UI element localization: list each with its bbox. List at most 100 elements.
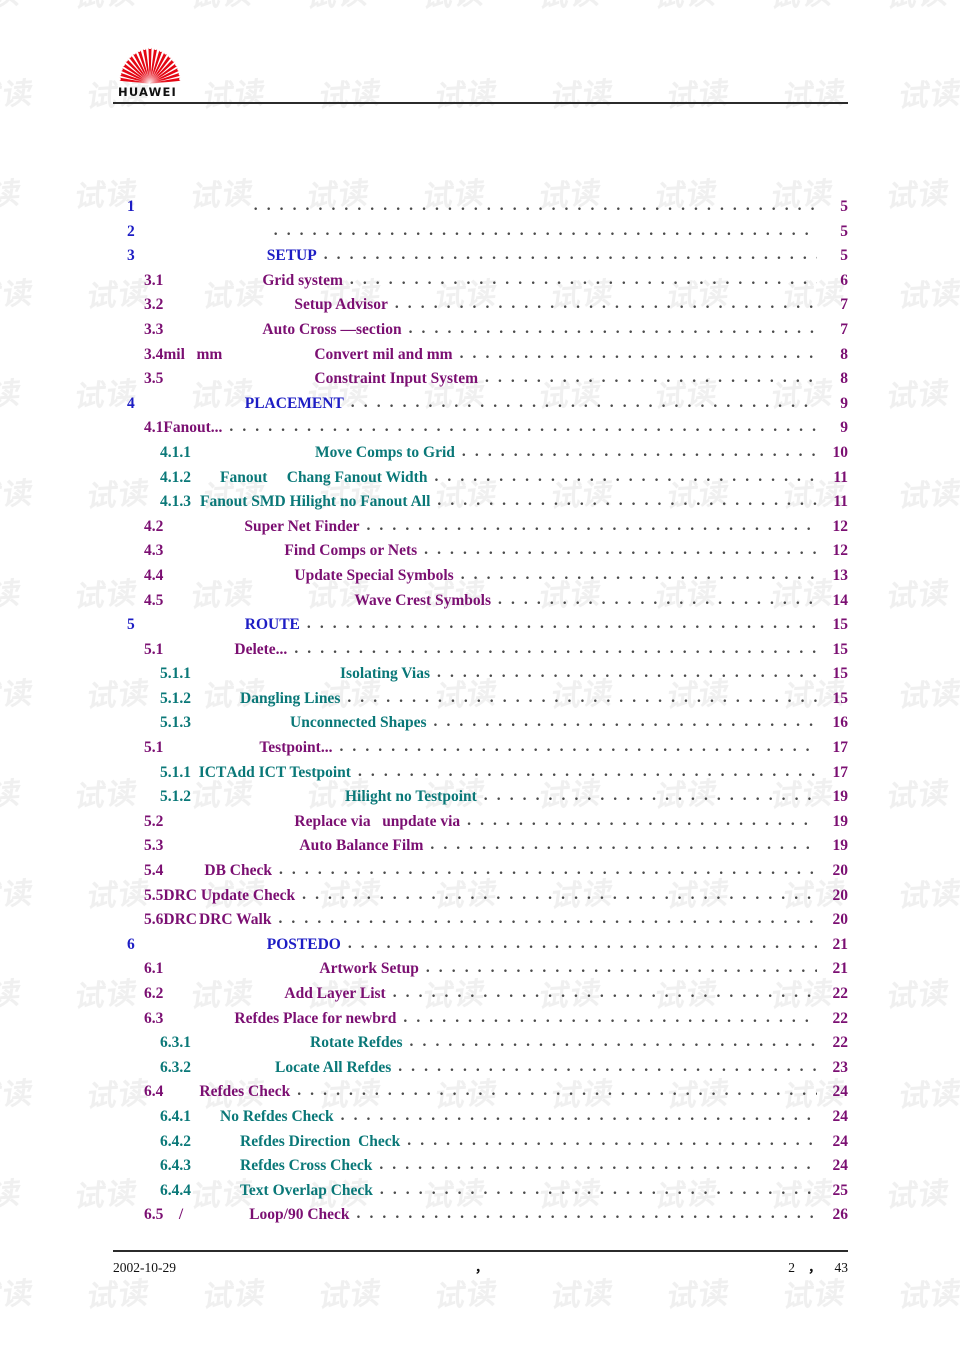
toc-entry[interactable]: 6.4.2 Refdes Direction Check . . . . . . .… bbox=[113, 1131, 848, 1158]
toc-entry[interactable]: 4.1.2 Fanout Chang Fanout Width . . . . . … bbox=[113, 467, 848, 494]
toc-entry[interactable]: 5.1.1 Isolating Vias . . . . . . . . . . .… bbox=[113, 664, 849, 690]
toc-entry[interactable]: 6.1 Artwork Setup . . . . . . . . . . . . … bbox=[113, 959, 848, 985]
toc-entry-label: Refdes Check bbox=[199, 1083, 291, 1101]
toc-entry-page: 5 bbox=[840, 247, 848, 265]
toc-entry-label: Update Special Symbols bbox=[294, 566, 454, 584]
toc-leader-dots: . . . . . . . . . . . . . . . . . . . . … bbox=[433, 713, 817, 731]
toc-entry[interactable]: 3.2 Setup Advisor . . . . . . . . . . . . … bbox=[113, 295, 848, 321]
toc-leader-dots: . . . . . . . . . . . . . . . . . . . . … bbox=[340, 1106, 817, 1124]
toc-entry[interactable]: 5.2 Replace via unpdate via . . . . . . . … bbox=[113, 811, 849, 838]
toc-entry[interactable]: 6.4.4 Text Overlap Check . . . . . . . . .… bbox=[113, 1181, 849, 1207]
toc-leader-dots: . . . . . . . . . . . . . . . . . . . . … bbox=[407, 1131, 817, 1149]
toc-entry[interactable]: 6.5 / Loop/90 Check . . . . . . . . . . . … bbox=[113, 1205, 849, 1231]
toc-entry-number: 5.1.1 ICT bbox=[160, 763, 227, 781]
toc-entry[interactable]: 1 . . . . . . . . . . . . . . . . . . . .… bbox=[113, 197, 848, 223]
toc-entry-label: Constraint Input System bbox=[314, 370, 479, 388]
toc-entry-page: 5 bbox=[840, 198, 848, 215]
toc-entry[interactable]: 5 ROUTE . . . . . . . . . . . . . . . . . … bbox=[113, 615, 848, 641]
toc-entry-number: 4 bbox=[127, 394, 135, 412]
toc-entry-number: 5.6DRC bbox=[144, 911, 197, 929]
toc-entry-page: 26 bbox=[832, 1206, 849, 1224]
toc-entry[interactable]: 6 POSTEDO . . . . . . . . . . . . . . . . … bbox=[113, 934, 849, 961]
toc-leader-dots: . . . . . . . . . . . . . . . . . . . . … bbox=[398, 1057, 817, 1075]
toc-entry[interactable]: 2 . . . . . . . . . . . . . . . . . . . .… bbox=[113, 222, 848, 248]
toc-entry[interactable]: 6.3.1 Rotate Refdes . . . . . . . . . . . … bbox=[113, 1033, 848, 1059]
toc-entry-label: POSTEDO bbox=[266, 935, 341, 953]
toc-entry-page: 16 bbox=[832, 714, 849, 732]
toc-entry-number: 4.5 bbox=[144, 591, 164, 609]
toc-entry[interactable]: 4 PLACEMENT . . . . . . . . . . . . . . . … bbox=[113, 394, 848, 420]
toc-leader-dots: . . . . . . . . . . . . . . . . . . . . … bbox=[434, 467, 817, 485]
toc-leader-dots: . . . . . . . . . . . . . . . . . . . . … bbox=[366, 516, 817, 534]
toc-entry[interactable]: 5.1.1 ICT Add ICT Testpoint . . . . . . . … bbox=[113, 762, 849, 789]
toc-entry[interactable]: 5.6DRC DRC Walk . . . . . . . . . . . . . … bbox=[113, 910, 848, 936]
toc-entry-label: SETUP bbox=[266, 247, 317, 265]
toc-leader-dots: . . . . . . . . . . . . . . . . . . . . … bbox=[483, 787, 817, 805]
toc-leader-dots: . . . . . . . . . . . . . . . . . . . . … bbox=[306, 615, 817, 633]
toc-entry[interactable]: 5.1 Testpoint... . . . . . . . . . . . . .… bbox=[113, 738, 849, 764]
toc-entry-page: 24 bbox=[832, 1157, 849, 1175]
toc-leader-dots: . . . . . . . . . . . . . . . . . . . . … bbox=[347, 934, 817, 952]
toc-entry-number: 5.1 bbox=[144, 739, 164, 757]
toc-entry-number: 5.4 bbox=[144, 862, 164, 880]
toc-entry[interactable]: 5.5 DRC Update Check . . . . . . . . . . .… bbox=[113, 886, 848, 912]
toc-entry[interactable]: 4.5 Wave Crest Symbols . . . . . . . . . .… bbox=[113, 591, 848, 617]
toc-entry[interactable]: 6.2 Add Layer List . . . . . . . . . . . .… bbox=[113, 984, 848, 1010]
toc-entry-label: Artwork Setup bbox=[319, 960, 419, 978]
toc-entry-label: Grid system bbox=[262, 271, 343, 289]
toc-entry[interactable]: 4.3 Find Comps or Nets . . . . . . . . . .… bbox=[113, 541, 848, 567]
toc-entry[interactable]: 4.1.1 Move Comps to Grid . . . . . . . . .… bbox=[113, 443, 849, 469]
toc-entry-number: 6 bbox=[127, 935, 135, 953]
toc-entry[interactable]: 6.3 Refdes Place for newbrd . . . . . . . … bbox=[113, 1008, 848, 1035]
toc-entry[interactable]: 5.3 Auto Balance Film . . . . . . . . . . … bbox=[113, 836, 848, 862]
toc-entry[interactable]: 4.1.3 Fanout SMD Hilight no Fanout All . .… bbox=[113, 492, 848, 518]
toc-leader-dots: . . . . . . . . . . . . . . . . . . . . … bbox=[425, 959, 817, 977]
toc-entry-page: 17 bbox=[832, 763, 849, 781]
toc-entry[interactable]: 3.1 Grid system . . . . . . . . . . . . . … bbox=[113, 271, 848, 297]
toc-entry-number: 4.1.2 bbox=[160, 468, 191, 486]
toc-entry-page: 25 bbox=[832, 1181, 849, 1199]
toc-entry[interactable]: 5.1.3 Unconnected Shapes . . . . . . . . .… bbox=[113, 713, 849, 739]
page-footer: 2002-10-29 ， 2 ， 43 bbox=[113, 1250, 848, 1276]
toc-leader-dots: . . . . . . . . . . . . . . . . . . . . … bbox=[357, 762, 817, 780]
toc-entry[interactable]: 5.1 Delete... . . . . . . . . . . . . . . … bbox=[113, 640, 848, 666]
toc-entry[interactable]: 6.3.2 Locate All Refdes . . . . . . . . . … bbox=[113, 1057, 848, 1084]
toc-entry-label: Hilight no Testpoint bbox=[345, 788, 477, 806]
toc-entry-label: DRC Walk bbox=[198, 911, 272, 929]
toc-leader-dots: . . . . . . . . . . . . . . . . . . . . … bbox=[467, 811, 817, 829]
toc-entry-page: 17 bbox=[832, 739, 849, 757]
toc-leader-dots: . . . . . . . . . . . . . . . . . . . . … bbox=[409, 1033, 817, 1051]
toc-entry[interactable]: 3.3 Auto Cross —section . . . . . . . . . … bbox=[113, 320, 848, 346]
toc-leader-dots: . . . . . . . . . . . . . . . . . . . . … bbox=[347, 688, 817, 706]
toc-leader-dots: . . . . . . . . . . . . . . . . . . . . … bbox=[430, 836, 817, 854]
toc-entry-label: Testpoint... bbox=[259, 739, 333, 757]
toc-entry-label: DB Check bbox=[204, 862, 272, 880]
toc-entry[interactable]: 6.4.3 Refdes Cross Check . . . . . . . . .… bbox=[113, 1156, 849, 1182]
huawei-fan-logo-icon bbox=[119, 47, 181, 84]
toc-entry-label: Replace via unpdate via bbox=[294, 812, 461, 830]
toc-entry-page: 7 bbox=[840, 296, 848, 314]
toc-entry[interactable]: 4.4 Update Special Symbols . . . . . . . .… bbox=[113, 566, 848, 592]
toc-entry-page: 15 bbox=[832, 665, 849, 683]
toc-entry-label: Locate All Refdes bbox=[275, 1058, 392, 1076]
toc-entry-page: 21 bbox=[832, 935, 849, 953]
toc-entry-label: Super Net Finder bbox=[244, 517, 360, 535]
toc-leader-dots: . . . . . . . . . . . . . . . . . . . . … bbox=[437, 664, 817, 682]
toc-entry[interactable]: 6.4.1 No Refdes Check . . . . . . . . . . … bbox=[113, 1106, 848, 1133]
toc-entry[interactable]: 5.1.2 Hilight no Testpoint . . . . . . . .… bbox=[113, 787, 848, 813]
toc-entry[interactable]: 3.5 Constraint Input System . . . . . . . … bbox=[113, 369, 848, 395]
toc-entry[interactable]: 4.1Fanout... . . . . . . . . . . . . . . … bbox=[113, 418, 848, 444]
toc-entry[interactable]: 6.4 Refdes Check . . . . . . . . . . . . .… bbox=[113, 1082, 848, 1108]
toc-entry-page: 19 bbox=[832, 812, 849, 830]
toc-entry-number: 4.4 bbox=[144, 566, 164, 584]
toc-entry[interactable]: 5.1.2 Dangling Lines . . . . . . . . . . .… bbox=[113, 688, 848, 715]
toc-leader-dots: . . . . . . . . . . . . . . . . . . . . … bbox=[379, 1156, 817, 1174]
toc-entry[interactable]: 5.4 DB Check . . . . . . . . . . . . . . .… bbox=[113, 861, 848, 887]
footer-page-current: 2 bbox=[788, 1260, 795, 1275]
toc-entry-label: Auto Balance Film bbox=[299, 837, 424, 855]
toc-entry[interactable]: 3.4mil mm Convert mil and mm . . . . . . .… bbox=[113, 345, 848, 371]
toc-entry-page: 10 bbox=[832, 443, 849, 461]
toc-entry[interactable]: 3 SETUP . . . . . . . . . . . . . . . . . … bbox=[113, 246, 848, 272]
toc-leader-dots: . . . . . . . . . . . . . . . . . . . . … bbox=[403, 1008, 817, 1026]
toc-entry[interactable]: 4.2 Super Net Finder . . . . . . . . . . .… bbox=[113, 516, 848, 543]
